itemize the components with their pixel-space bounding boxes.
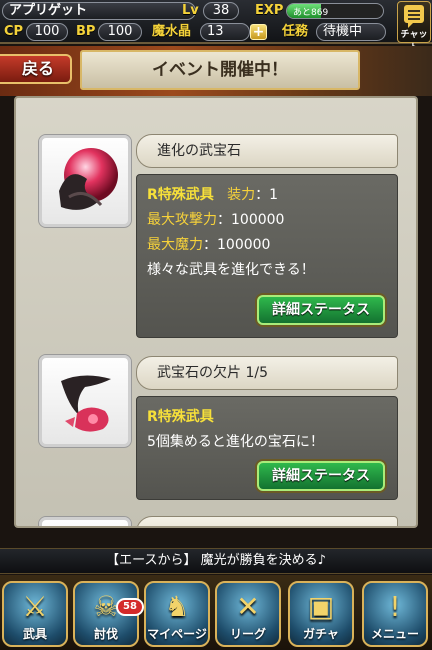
message-ticker: 【エースから】 魔光が勝負を決める♪: [0, 548, 432, 574]
treasure-chest-icon: ▣: [307, 590, 335, 623]
item-stat-line: R特殊武具 装力：1: [147, 183, 397, 208]
back-button[interactable]: 戻る: [0, 54, 72, 84]
item-description: 様々な武具を進化できる！: [147, 262, 315, 278]
level-value: 38: [203, 2, 239, 20]
evolution-gem-image: [38, 134, 132, 228]
nav-subjugation-label: 討伐: [93, 627, 118, 641]
bp-value: 100: [98, 23, 142, 41]
exp-remaining: あと869: [293, 8, 329, 18]
item-rarity-line: R特殊武具: [147, 405, 397, 430]
crossed-swords-icon: ✕: [236, 590, 260, 623]
notification-badge: 58: [116, 598, 144, 616]
nav-menu-button[interactable]: ! メニュー: [362, 581, 428, 647]
weapon-icon: ⚔: [22, 590, 48, 623]
exp-bar: あと869: [286, 3, 384, 19]
item-details: R特殊武具 装力：1 最大攻撃力：100000 最大魔力：100000 様々な武…: [136, 174, 398, 338]
status-bar: アプリゲット Lv 38 EXP あと869 CP 100 BP 100 魔水晶…: [0, 0, 432, 53]
max-attack-value: ：100000: [217, 212, 285, 228]
gem-fragment-image: [38, 354, 132, 448]
bp-label: BP: [76, 24, 96, 39]
nav-gacha-label: ガチャ: [303, 627, 339, 641]
max-attack-line: 最大攻撃力：100000: [147, 208, 397, 233]
item-name: 武宝石の欠片 1/5: [136, 356, 398, 390]
task-label: 任務: [282, 24, 309, 39]
detail-status-button[interactable]: 詳細ステータス: [257, 461, 385, 491]
task-status: 待機中: [316, 23, 386, 41]
level-label: Lv: [182, 3, 199, 18]
nav-mypage-label: マイページ: [147, 627, 207, 641]
equip-power-value: ：1: [255, 187, 279, 203]
chat-icon: [404, 5, 424, 28]
item-rarity: R特殊武具: [147, 409, 214, 425]
page-title: イベント開催中！: [80, 50, 360, 90]
nav-gacha-button[interactable]: ▣ ガチャ: [288, 581, 354, 647]
magic-crystal-value: 13: [200, 23, 250, 41]
cp-label: CP: [4, 24, 24, 39]
equip-power-label: 装力: [227, 187, 256, 203]
chat-button[interactable]: チャット: [397, 1, 431, 53]
nav-weapons-label: 武具: [22, 627, 47, 641]
alert-icon: !: [389, 590, 401, 623]
magic-crystal-label: 魔水晶: [152, 24, 192, 39]
max-magic-value: ：100000: [203, 237, 271, 253]
max-magic-line: 最大魔力：100000: [147, 233, 397, 258]
exp-label: EXP: [255, 3, 284, 18]
nav-mypage-button[interactable]: ♞ マイページ: [144, 581, 210, 647]
item-description: 5個集めると進化の宝石に！: [147, 434, 324, 450]
nav-league-button[interactable]: ✕ リーグ: [215, 581, 281, 647]
item-list-panel[interactable]: 進化の武宝石 R特殊武具 装力：1 最大攻撃力：100000 最大魔力：1000…: [14, 96, 418, 528]
knight-icon: ♞: [164, 590, 190, 623]
nav-weapons-button[interactable]: ⚔ 武具: [2, 581, 68, 647]
bottom-navigation: ⚔ 武具 ☠ 討伐 ♞ マイページ ✕ リーグ ▣ ガチャ ! メニュー: [0, 575, 432, 650]
cp-value: 100: [26, 23, 68, 41]
monster-icon: ☠: [93, 590, 119, 623]
list-item-name-bar: [136, 516, 398, 526]
max-attack-label: 最大攻撃力: [147, 212, 217, 228]
list-item-thumbnail: [38, 516, 132, 526]
detail-status-button[interactable]: 詳細ステータス: [257, 295, 385, 325]
item-details: R特殊武具 5個集めると進化の宝石に！ 詳細ステータス: [136, 396, 398, 500]
item-rarity: R特殊武具: [147, 187, 214, 203]
add-crystal-button[interactable]: +: [250, 24, 267, 40]
nav-menu-label: メニュー: [370, 627, 419, 641]
max-magic-label: 最大魔力: [147, 237, 203, 253]
player-name: アプリゲット: [2, 2, 196, 20]
item-name: 進化の武宝石: [136, 134, 398, 168]
nav-league-label: リーグ: [229, 627, 266, 641]
